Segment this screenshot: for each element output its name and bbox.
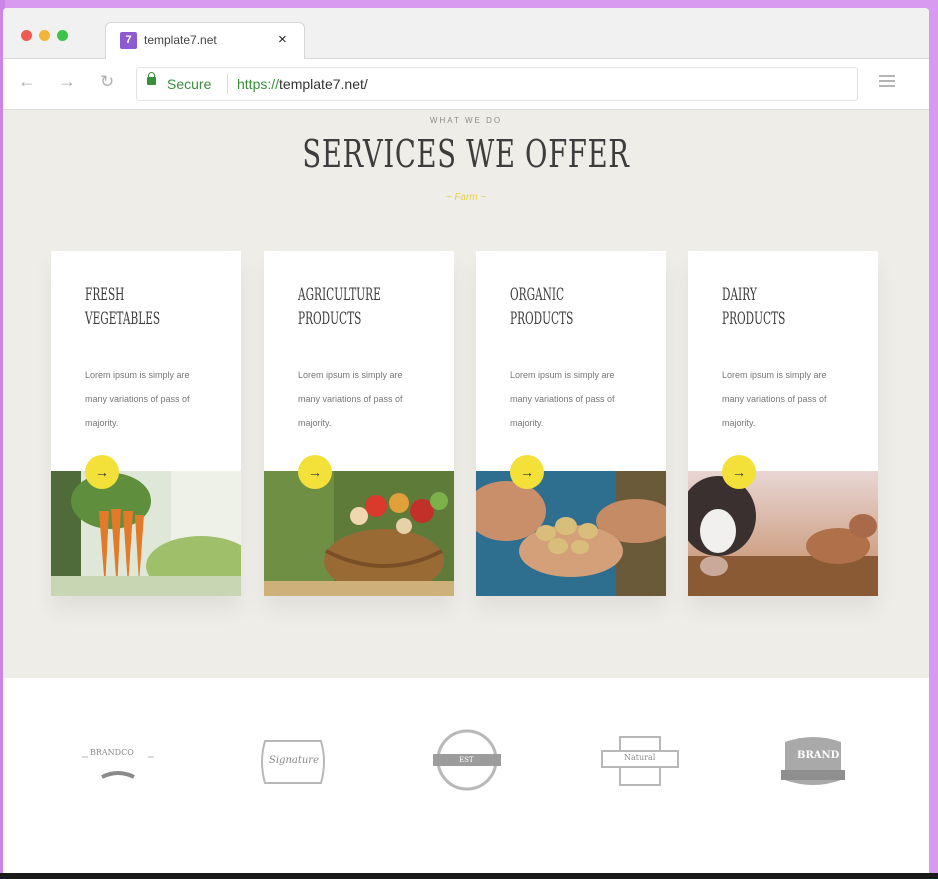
card-title: AGRICULTURE PRODUCTS	[298, 285, 381, 329]
browser-tab[interactable]: 7 template7.net ×	[105, 22, 305, 60]
card-title: ORGANIC PRODUCTS	[510, 285, 574, 329]
card-description: Lorem ipsum is simply are many variation…	[85, 370, 190, 428]
service-card-dairy-products[interactable]: DAIRY PRODUCTS Lorem ipsum is simply are…	[688, 251, 878, 596]
minimize-window-button[interactable]	[39, 30, 50, 41]
cow-image	[688, 471, 878, 596]
brand-logo-3[interactable]: EST	[431, 728, 503, 797]
card-arrow-button[interactable]: →	[722, 455, 756, 489]
close-window-button[interactable]	[21, 30, 32, 41]
bottom-edge-bar	[0, 873, 938, 879]
card-description: Lorem ipsum is simply are many variation…	[722, 370, 827, 428]
back-arrow-icon[interactable]: ←	[18, 71, 36, 92]
section-eyebrow: WHAT WE DO	[429, 116, 503, 125]
tab-close-icon[interactable]: ×	[278, 31, 287, 48]
section-title: SERVICES WE OFFER	[302, 132, 630, 176]
forward-arrow-icon[interactable]: →	[58, 71, 76, 92]
hamburger-menu-icon[interactable]	[879, 75, 895, 90]
card-description: Lorem ipsum is simply are many variation…	[510, 370, 615, 428]
lock-icon	[147, 72, 156, 85]
address-divider	[227, 74, 228, 94]
browser-toolbar: ← → ↻ Secure https://template7.net/	[3, 59, 929, 110]
reload-icon[interactable]: ↻	[100, 72, 114, 92]
service-card-agriculture-products[interactable]: AGRICULTURE PRODUCTS Lorem ipsum is simp…	[264, 251, 454, 596]
url-scheme: https://	[237, 76, 280, 92]
logo-text: Signature	[269, 755, 320, 766]
partners-section: BRANDCO Signature EST Natural BRAND	[3, 678, 929, 874]
title-ornament: ~ Farm ~	[445, 192, 487, 203]
service-card-fresh-vegetables[interactable]: FRESH VEGETABLES Lorem ipsum is simply a…	[51, 251, 241, 596]
card-description: Lorem ipsum is simply are many variation…	[298, 370, 403, 428]
potatoes-in-hands-image	[476, 471, 666, 596]
tab-title: template7.net	[144, 33, 217, 47]
logo-text: EST	[459, 756, 474, 764]
brand-logo-4[interactable]: Natural	[600, 733, 680, 794]
card-title: FRESH VEGETABLES	[85, 285, 161, 329]
logo-text: BRAND	[797, 750, 840, 761]
card-arrow-button[interactable]: →	[298, 455, 332, 489]
maximize-window-button[interactable]	[57, 30, 68, 41]
logo-text: BRANDCO	[90, 748, 134, 757]
brand-logo-2[interactable]: Signature	[255, 733, 331, 796]
tab-strip: 7 template7.net ×	[3, 8, 929, 60]
browser-window: 7 template7.net × ← → ↻ Secure https://t…	[3, 8, 929, 874]
vegetable-basket-image	[264, 471, 454, 596]
card-arrow-button[interactable]: →	[510, 455, 544, 489]
favicon-icon: 7	[120, 32, 137, 49]
service-card-organic-products[interactable]: ORGANIC PRODUCTS Lorem ipsum is simply a…	[476, 251, 666, 596]
brand-logo-1[interactable]: BRANDCO	[78, 733, 158, 794]
card-arrow-button[interactable]: →	[85, 455, 119, 489]
carrots-image	[51, 471, 241, 596]
brand-logo-5[interactable]: BRAND	[777, 730, 849, 797]
logo-text: Natural	[624, 753, 656, 762]
url-text[interactable]: https://template7.net/	[237, 76, 368, 92]
url-host: template7.net/	[279, 76, 368, 92]
address-bar[interactable]: Secure https://template7.net/	[136, 67, 858, 101]
services-section: WHAT WE DO SERVICES WE OFFER ~ Farm ~ FR…	[3, 110, 929, 678]
card-title: DAIRY PRODUCTS	[722, 285, 786, 329]
secure-label: Secure	[167, 76, 212, 92]
